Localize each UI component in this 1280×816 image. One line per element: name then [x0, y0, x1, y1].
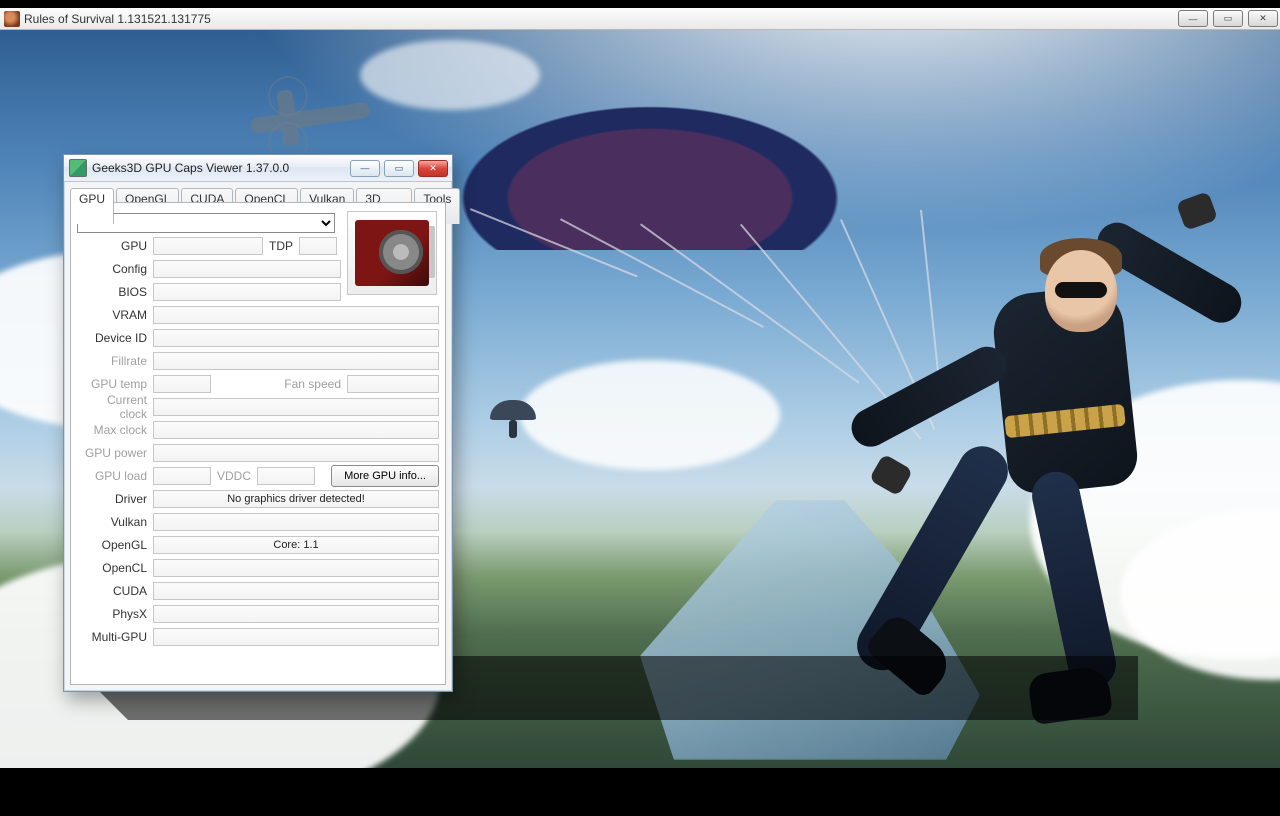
field-gpu-power [153, 444, 439, 462]
label-vddc: VDDC [211, 469, 257, 483]
label-bios: BIOS [77, 285, 153, 299]
tab-gpu[interactable]: GPU [70, 188, 114, 224]
label-max-clock: Max clock [77, 423, 153, 437]
gpu-select[interactable] [77, 213, 335, 233]
label-gpu: GPU [77, 239, 153, 253]
field-opencl [153, 559, 439, 577]
tool-app-icon [69, 159, 87, 177]
tool-titlebar[interactable]: Geeks3D GPU Caps Viewer 1.37.0.0 — ▭ ✕ [64, 155, 452, 182]
tool-window-title: Geeks3D GPU Caps Viewer 1.37.0.0 [92, 161, 289, 175]
black-footer [0, 768, 1280, 816]
label-multi-gpu: Multi-GPU [77, 630, 153, 644]
field-multi-gpu [153, 628, 439, 646]
label-gpu-power: GPU power [77, 446, 153, 460]
gpu-thumbnail [347, 211, 437, 295]
label-cuda: CUDA [77, 584, 153, 598]
field-vddc [257, 467, 315, 485]
close-button[interactable]: ✕ [1248, 10, 1278, 27]
label-opengl: OpenGL [77, 538, 153, 552]
tool-minimize-button[interactable]: — [350, 160, 380, 177]
field-gpu-temp [153, 375, 211, 393]
field-gpu-load [153, 467, 211, 485]
field-cuda [153, 582, 439, 600]
label-config: Config [77, 262, 153, 276]
label-device-id: Device ID [77, 331, 153, 345]
label-gpu-temp: GPU temp [77, 377, 153, 391]
field-fillrate [153, 352, 439, 370]
tool-close-button[interactable]: ✕ [418, 160, 448, 177]
field-vulkan [153, 513, 439, 531]
field-device-id [153, 329, 439, 347]
field-tdp [299, 237, 337, 255]
label-gpu-load: GPU load [77, 469, 153, 483]
field-config [153, 260, 341, 278]
field-gpu [153, 237, 263, 255]
label-fan-speed: Fan speed [278, 377, 347, 391]
label-physx: PhysX [77, 607, 153, 621]
more-gpu-info-button[interactable]: More GPU info... [331, 465, 439, 487]
field-physx [153, 605, 439, 623]
maximize-button[interactable]: ▭ [1213, 10, 1243, 27]
game-window-titlebar[interactable]: Rules of Survival 1.131521.131775 — ▭ ✕ [0, 8, 1280, 30]
field-opengl: Core: 1.1 [153, 536, 439, 554]
field-driver: No graphics driver detected! [153, 490, 439, 508]
tool-panel: GPU TDP Config BIOS VRAM Device ID Fillr… [70, 202, 446, 685]
label-vram: VRAM [77, 308, 153, 322]
label-current-clock: Current clock [77, 393, 153, 421]
field-bios [153, 283, 341, 301]
field-max-clock [153, 421, 439, 439]
field-current-clock [153, 398, 439, 416]
tool-maximize-button[interactable]: ▭ [384, 160, 414, 177]
minimize-button[interactable]: — [1178, 10, 1208, 27]
gpu-caps-viewer-window[interactable]: Geeks3D GPU Caps Viewer 1.37.0.0 — ▭ ✕ G… [63, 154, 453, 692]
label-fillrate: Fillrate [77, 354, 153, 368]
game-app-icon [4, 11, 20, 27]
field-fan-speed [347, 375, 439, 393]
label-driver: Driver [77, 492, 153, 506]
game-window-title: Rules of Survival 1.131521.131775 [24, 12, 211, 26]
label-tdp: TDP [263, 239, 299, 253]
label-vulkan: Vulkan [77, 515, 153, 529]
label-opencl: OpenCL [77, 561, 153, 575]
character-art [880, 190, 1220, 730]
field-vram [153, 306, 439, 324]
